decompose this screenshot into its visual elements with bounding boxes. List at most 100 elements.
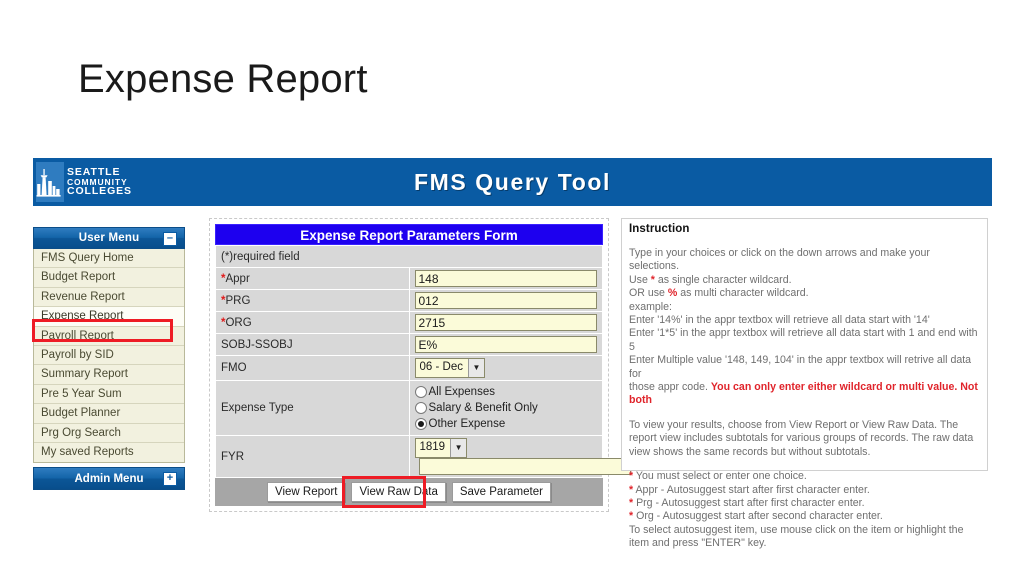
- slide-canvas: Expense Report FMS Query Tool SEATTLE CO…: [0, 0, 1024, 576]
- sidebar-item-payroll-report[interactable]: Payroll Report: [34, 326, 184, 346]
- instruction-bullet-3: Prg - Autosuggest start after first char…: [636, 496, 865, 509]
- expand-icon[interactable]: +: [163, 472, 177, 487]
- prg-label-cell: *PRG: [215, 289, 410, 312]
- fmo-select[interactable]: 06 - Dec ▼: [414, 358, 485, 378]
- sidebar-item-pre-5-year-sum[interactable]: Pre 5 Year Sum: [34, 384, 184, 405]
- fyr-field-cell: 1819 ▼: [408, 435, 631, 478]
- save-parameter-button[interactable]: Save Parameter: [451, 482, 551, 502]
- instruction-bullet-4: Org - Autosuggest start after second cha…: [636, 510, 883, 523]
- admin-menu-header[interactable]: Admin Menu +: [33, 467, 185, 491]
- sidebar: User Menu – FMS Query Home Budget Report…: [32, 227, 185, 491]
- fyr-select[interactable]: 1819 ▼: [414, 438, 468, 458]
- app-banner: FMS Query Tool SEATTLE COMMUNITY COLLEGE…: [33, 158, 992, 206]
- prg-label: PRG: [225, 294, 251, 307]
- radio-icon-salary-benefit-only[interactable]: [414, 402, 427, 414]
- expense-type-label-cell: Expense Type: [215, 380, 410, 436]
- admin-menu-label: Admin Menu: [74, 472, 144, 485]
- fyr-select-value: 1819: [419, 441, 446, 453]
- view-report-button[interactable]: View Report: [267, 482, 346, 502]
- radio-icon-other-expense[interactable]: [414, 418, 427, 430]
- radio-option-salary-benefit-only[interactable]: Salary & Benefit Only: [414, 400, 598, 416]
- sobj-input[interactable]: [414, 336, 597, 353]
- org-label: ORG: [225, 316, 252, 329]
- sidebar-item-expense-report[interactable]: Expense Report: [34, 307, 184, 327]
- instruction-bullet-2: Appr - Autosuggest start after first cha…: [635, 483, 870, 496]
- sidebar-item-fms-query-home[interactable]: FMS Query Home: [34, 249, 184, 269]
- instr-line-2-post: as single character wildcard.: [654, 273, 792, 286]
- bullet-asterisk-icon: *: [629, 496, 634, 509]
- appr-label: Appr: [225, 272, 250, 285]
- space-needle-icon: [36, 162, 64, 202]
- user-menu-label: User Menu: [78, 232, 140, 244]
- appr-label-cell: *Appr: [215, 267, 410, 290]
- org-input[interactable]: [414, 314, 597, 331]
- form-title: Expense Report Parameters Form: [215, 224, 603, 245]
- sidebar-item-prg-org-search[interactable]: Prg Org Search: [34, 423, 184, 443]
- fmo-select-value: 06 - Dec: [419, 361, 463, 373]
- fmo-label-cell: FMO: [215, 355, 410, 381]
- instr-line-6: Enter '1*5' in the appr textbox will ret…: [629, 327, 978, 353]
- radio-option-all-expenses[interactable]: All Expenses: [414, 384, 598, 400]
- view-raw-data-button[interactable]: View Raw Data: [351, 482, 446, 502]
- radio-icon-all-expenses[interactable]: [414, 386, 427, 398]
- sidebar-item-revenue-report[interactable]: Revenue Report: [34, 287, 184, 308]
- form-row-appr: *Appr: [215, 267, 603, 290]
- appr-input[interactable]: [414, 270, 597, 287]
- app-body: User Menu – FMS Query Home Budget Report…: [32, 206, 992, 549]
- app-title: FMS Query Tool: [413, 168, 612, 195]
- logo-line-3: COLLEGES: [67, 185, 132, 198]
- form-row-org: *ORG: [215, 311, 603, 334]
- chevron-down-icon[interactable]: ▼: [467, 359, 484, 377]
- user-menu-header[interactable]: User Menu –: [33, 227, 185, 249]
- sidebar-menu-list: FMS Query Home Budget Report Revenue Rep…: [33, 249, 185, 464]
- fmo-field-cell: 06 - Dec ▼: [408, 355, 603, 381]
- form-row-fmo: FMO 06 - Dec ▼: [215, 355, 603, 381]
- required-field-note-row: (*)required field: [215, 245, 603, 268]
- appr-field-cell: [408, 267, 603, 290]
- logo-wordmark: SEATTLE COMMUNITY COLLEGES: [67, 167, 132, 197]
- collapse-icon[interactable]: –: [163, 232, 177, 246]
- bullet-asterisk-icon: *: [629, 483, 634, 496]
- sidebar-item-budget-report[interactable]: Budget Report: [34, 268, 184, 288]
- radio-label-other-expense: Other Expense: [428, 418, 506, 430]
- sidebar-item-payroll-by-sid[interactable]: Payroll by SID: [34, 345, 184, 366]
- org-field-cell: [408, 311, 603, 334]
- instr-line-3-pre: OR use: [629, 287, 668, 300]
- org-label-cell: *ORG: [215, 311, 410, 334]
- instr-line-3-post: as multi character wildcard.: [677, 287, 809, 300]
- bullet-asterisk-icon: *: [629, 470, 634, 483]
- fyr-secondary-input[interactable]: [418, 458, 631, 475]
- fms-query-tool-app: FMS Query Tool SEATTLE COMMUNITY COLLEGE…: [32, 158, 992, 549]
- bullet-asterisk-icon: *: [629, 510, 634, 523]
- instruction-bullet-1: You must select or enter one choice.: [635, 470, 807, 483]
- instruction-paragraph-wildcards: Type in your choices or click on the dow…: [629, 247, 979, 408]
- expense-type-options-cell: All Expenses Salary & Benefit Only Other…: [408, 380, 603, 436]
- instr-line-5: Enter '14%' in the appr textbox will ret…: [629, 314, 930, 327]
- form-table: (*)required field *Appr *PRG: [215, 245, 631, 478]
- instr-line-8-pre: those appr code.: [629, 381, 711, 394]
- expense-report-parameters-form: Expense Report Parameters Form (*)requir…: [209, 218, 631, 512]
- instr-line-1: Type in your choices or click on the dow…: [629, 247, 930, 273]
- required-field-note: (*)required field: [215, 245, 603, 268]
- sidebar-item-budget-planner[interactable]: Budget Planner: [34, 404, 184, 424]
- fyr-label-cell: FYR: [215, 435, 410, 478]
- instruction-paragraph-results: To view your results, choose from View R…: [629, 418, 974, 458]
- form-row-prg: *PRG: [215, 289, 603, 312]
- instr-line-2-pre: Use: [629, 273, 651, 286]
- instr-line-7: Enter Multiple value '148, 149, 104' in …: [629, 354, 972, 380]
- percent-wildcard-icon: %: [667, 287, 678, 300]
- instruction-panel: Instruction Type in your choices or clic…: [621, 218, 988, 549]
- radio-option-other-expense[interactable]: Other Expense: [414, 416, 598, 432]
- chevron-down-icon[interactable]: ▼: [450, 439, 467, 457]
- sidebar-item-summary-report[interactable]: Summary Report: [34, 365, 184, 385]
- instr-line-4: example:: [629, 300, 672, 313]
- form-row-expense-type: Expense Type All Expenses Salary & Benef…: [215, 380, 603, 436]
- prg-input[interactable]: [414, 292, 597, 309]
- radio-label-all-expenses: All Expenses: [428, 386, 495, 398]
- form-button-row: View Report View Raw Data Save Parameter: [215, 476, 603, 508]
- instruction-bullets: * You must select or enter one choice. *…: [629, 470, 979, 550]
- form-row-fyr: FYR 1819 ▼: [215, 435, 631, 478]
- sidebar-item-my-saved-reports[interactable]: My saved Reports: [34, 442, 184, 463]
- sobj-field-cell: [408, 333, 603, 356]
- seattle-community-colleges-logo: SEATTLE COMMUNITY COLLEGES: [36, 160, 131, 204]
